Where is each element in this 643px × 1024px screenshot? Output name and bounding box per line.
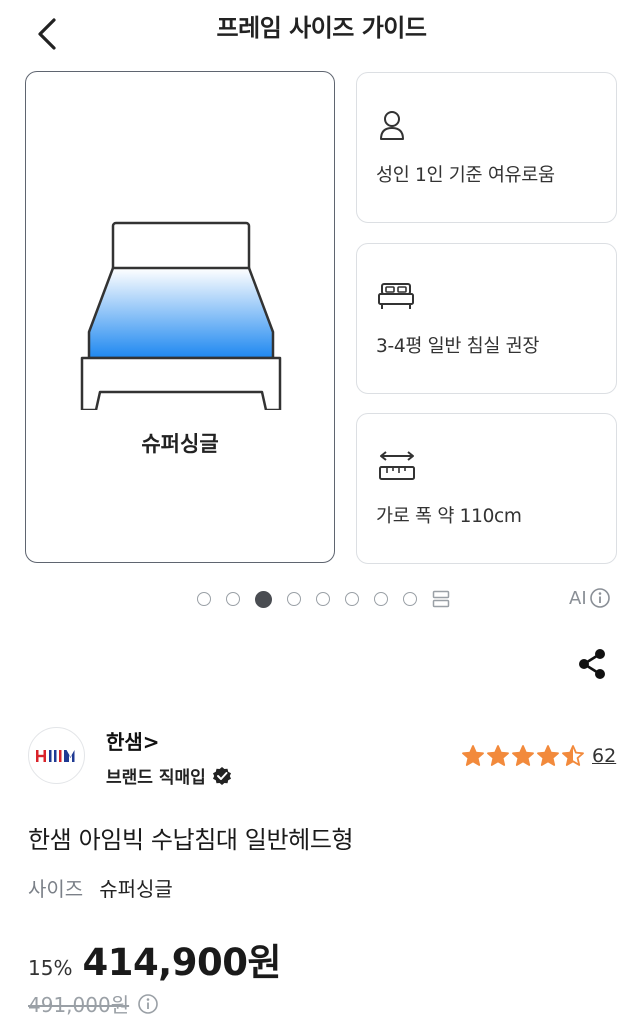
header-bar: 프레임 사이즈 가이드	[0, 0, 643, 56]
brand-logo[interactable]	[28, 727, 85, 784]
info-text-occupancy: 성인 1인 기준 여유로움	[376, 165, 555, 186]
rating[interactable]: 62	[461, 744, 616, 768]
info-card-room: 3-4평 일반 침실 권장	[356, 243, 617, 394]
pager-dot[interactable]	[197, 592, 211, 606]
ai-label: AI	[569, 587, 587, 609]
original-price: 491,000원	[28, 993, 130, 1017]
product-title: 한샘 아임빅 수납침대 일반헤드형	[28, 826, 354, 854]
pager-dot-active[interactable]	[255, 590, 272, 608]
discount-rate: 15%	[28, 956, 73, 980]
option-value: 슈퍼싱글	[99, 877, 173, 901]
share-icon	[579, 649, 605, 679]
info-card-occupancy: 성인 1인 기준 여유로움	[356, 72, 617, 223]
bed-illustration-icon	[80, 221, 282, 410]
size-label: 슈퍼싱글	[141, 432, 219, 456]
info-text-room: 3-4평 일반 침실 권장	[376, 336, 540, 357]
grid-view-icon[interactable]	[432, 590, 450, 608]
star-rating	[461, 744, 586, 768]
bed-icon	[378, 283, 414, 309]
star-icon	[562, 745, 584, 766]
pager-dot[interactable]	[345, 592, 359, 606]
pager-dot[interactable]	[374, 592, 388, 606]
carousel-pager	[197, 589, 450, 609]
hanssem-logo-icon	[35, 749, 74, 762]
brand-name-link[interactable]: 한샘>	[106, 726, 160, 755]
info-icon	[589, 588, 610, 608]
option-row: 사이즈 슈퍼싱글	[28, 873, 173, 902]
price-row: 15% 414,900원	[28, 932, 282, 986]
star-icon	[512, 745, 534, 766]
size-card-supersingle[interactable]: 슈퍼싱글	[25, 71, 335, 563]
sale-price: 414,900원	[82, 941, 282, 984]
pager-dot[interactable]	[287, 592, 301, 606]
original-price-row: 491,000원	[28, 989, 159, 1018]
star-icon	[537, 745, 559, 766]
page-title: 프레임 사이즈 가이드	[216, 14, 427, 42]
option-label: 사이즈	[28, 877, 84, 901]
star-icon	[487, 745, 509, 766]
info-text-width: 가로 폭 약 110cm	[376, 506, 522, 527]
share-button[interactable]	[574, 646, 610, 682]
verified-badge-icon	[212, 766, 231, 785]
ai-badge[interactable]: AI	[569, 587, 611, 609]
star-icon	[462, 745, 484, 766]
pager-dot[interactable]	[226, 592, 240, 606]
brand-tag-label: 브랜드 직매입	[106, 768, 206, 788]
ruler-icon	[379, 451, 415, 480]
person-icon	[380, 111, 404, 140]
review-count-link[interactable]: 62	[592, 745, 616, 767]
price-info-icon[interactable]	[137, 993, 159, 1015]
brand-tag: 브랜드 직매입	[106, 763, 232, 788]
pager-dot[interactable]	[403, 592, 417, 606]
info-card-width: 가로 폭 약 110cm	[356, 413, 617, 564]
pager-dot[interactable]	[316, 592, 330, 606]
